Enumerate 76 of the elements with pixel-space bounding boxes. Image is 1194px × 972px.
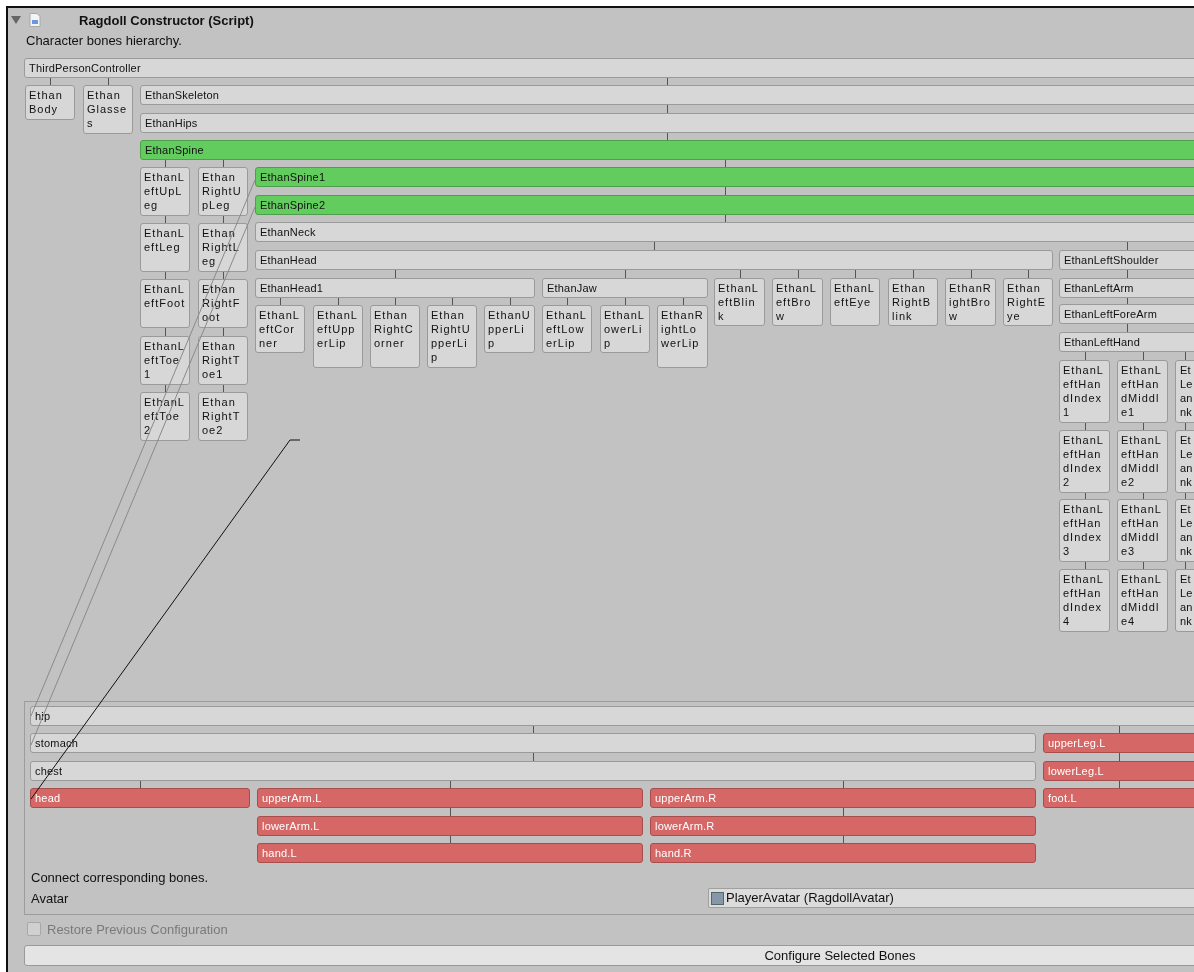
bone-node[interactable]: EthanLeftLowerLip xyxy=(542,305,592,353)
bone-node[interactable]: EthanLeftArm xyxy=(1059,278,1194,298)
bone-node[interactable]: EthanLeftHandMiddle1 xyxy=(1117,360,1168,423)
bone-node[interactable]: EthanLeftHandMiddle2 xyxy=(1117,430,1168,493)
bone-node[interactable]: EthanRightUpperLip xyxy=(427,305,477,368)
bone-node[interactable]: EthanNeck xyxy=(255,222,1194,242)
bone-slot[interactable]: foot.L xyxy=(1043,788,1194,808)
configure-button[interactable]: Configure Selected Bones xyxy=(24,945,1194,966)
bone-node[interactable]: ThirdPersonController xyxy=(24,58,1194,78)
bone-node[interactable]: EthanRightCorner xyxy=(370,305,420,368)
bone-node[interactable]: EthanBody xyxy=(25,85,75,120)
bone-node[interactable]: EthanLeftShoulder xyxy=(1059,250,1194,270)
bone-node[interactable]: EthanLeftCorner xyxy=(255,305,305,353)
avatar-label: Avatar xyxy=(30,890,70,906)
bone-node[interactable]: EthanLeftToe1 xyxy=(140,336,190,385)
bone-node[interactable]: EthanSkeleton xyxy=(140,85,1194,105)
bone-node[interactable]: EthanLeftEye xyxy=(830,278,880,326)
bone-slot[interactable]: head xyxy=(30,788,250,808)
bone-node[interactable]: EthanSpine1 xyxy=(255,167,1194,187)
bone-node[interactable]: EthanLeftHandIndex1 xyxy=(1059,360,1110,423)
bone-slot[interactable]: upperLeg.L xyxy=(1043,733,1194,753)
bone-slot[interactable]: upperArm.R xyxy=(650,788,1036,808)
bone-node[interactable]: EthanRightToe1 xyxy=(198,336,248,385)
bone-node[interactable]: EthanGlasses xyxy=(83,85,133,134)
bone-node[interactable]: EthanLeftHandIndex2 xyxy=(1059,430,1110,493)
bone-slot[interactable]: hand.R xyxy=(650,843,1036,863)
bone-node[interactable]: EthanRightBlink xyxy=(888,278,938,326)
bone-node[interactable]: EthanHips xyxy=(140,113,1194,133)
bone-node[interactable]: EthanRightLeg xyxy=(198,223,248,272)
bone-node[interactable]: EthanLeftUpLeg xyxy=(140,167,190,216)
avatar-object-field[interactable]: PlayerAvatar (RagdollAvatar) xyxy=(708,888,1194,908)
bone-node[interactable]: EthanLeftHandIndex3 xyxy=(1059,499,1110,562)
bone-node[interactable]: EthanRightEye xyxy=(1003,278,1053,326)
bone-node[interactable]: EthanHead1 xyxy=(255,278,535,298)
bone-node[interactable]: EtLeannk xyxy=(1175,569,1194,632)
bone-slot[interactable]: hip xyxy=(30,706,1194,726)
bone-node[interactable]: EthanLowerLip xyxy=(600,305,650,353)
hierarchy-caption: Character bones hierarchy. xyxy=(26,32,183,50)
bone-node[interactable]: EthanRightFoot xyxy=(198,279,248,328)
bone-node[interactable]: EthanRightLowerLip xyxy=(657,305,708,368)
bone-node[interactable]: EthanLeftHandIndex4 xyxy=(1059,569,1110,632)
bone-slot[interactable]: lowerArm.L xyxy=(257,816,643,836)
component-title: Ragdoll Constructor (Script) xyxy=(79,12,254,28)
bone-node[interactable]: EthanLeftForeArm xyxy=(1059,304,1194,324)
bone-node[interactable]: EthanHead xyxy=(255,250,1053,270)
restore-label: Restore Previous Configuration xyxy=(47,921,228,937)
bone-node[interactable]: EthanUpperLip xyxy=(484,305,535,353)
bone-node[interactable]: EthanLeftBlink xyxy=(714,278,765,326)
bone-node[interactable]: EthanLeftLeg xyxy=(140,223,190,272)
bone-slot[interactable]: hand.L xyxy=(257,843,643,863)
bone-node[interactable]: EtLeannk xyxy=(1175,499,1194,562)
foldout-arrow-icon[interactable] xyxy=(11,16,21,24)
bone-slot[interactable]: upperArm.L xyxy=(257,788,643,808)
restore-checkbox[interactable] xyxy=(27,922,41,936)
bone-node[interactable]: EthanSpine2 xyxy=(255,195,1194,215)
bone-node[interactable]: EthanLeftHandMiddle4 xyxy=(1117,569,1168,632)
bone-node[interactable]: EthanRightBrow xyxy=(945,278,996,326)
avatar-asset-icon xyxy=(711,891,724,905)
script-file-icon xyxy=(29,13,41,27)
bone-node[interactable]: EthanJaw xyxy=(542,278,708,298)
bone-node[interactable]: EtLeannk xyxy=(1175,360,1194,423)
bone-slot[interactable]: stomach xyxy=(30,733,1036,753)
bone-node[interactable]: EthanRightUpLeg xyxy=(198,167,248,216)
bone-node[interactable]: EthanLeftToe2 xyxy=(140,392,190,441)
bone-node[interactable]: EthanLeftFoot xyxy=(140,279,190,328)
bone-slot[interactable]: lowerLeg.L xyxy=(1043,761,1194,781)
bone-node[interactable]: EthanLeftHand xyxy=(1059,332,1194,352)
bone-node[interactable]: EthanRightToe2 xyxy=(198,392,248,441)
bone-node[interactable]: EthanLeftHandMiddle3 xyxy=(1117,499,1168,562)
bone-slot[interactable]: lowerArm.R xyxy=(650,816,1036,836)
bone-slot[interactable]: chest xyxy=(30,761,1036,781)
bone-node[interactable]: EthanLeftUpperLip xyxy=(313,305,363,368)
mapping-caption: Connect corresponding bones. xyxy=(31,869,210,887)
bone-node[interactable]: EthanLeftBrow xyxy=(772,278,823,326)
bone-node[interactable]: EthanSpine xyxy=(140,140,1194,160)
bone-node[interactable]: EtLeannk xyxy=(1175,430,1194,493)
